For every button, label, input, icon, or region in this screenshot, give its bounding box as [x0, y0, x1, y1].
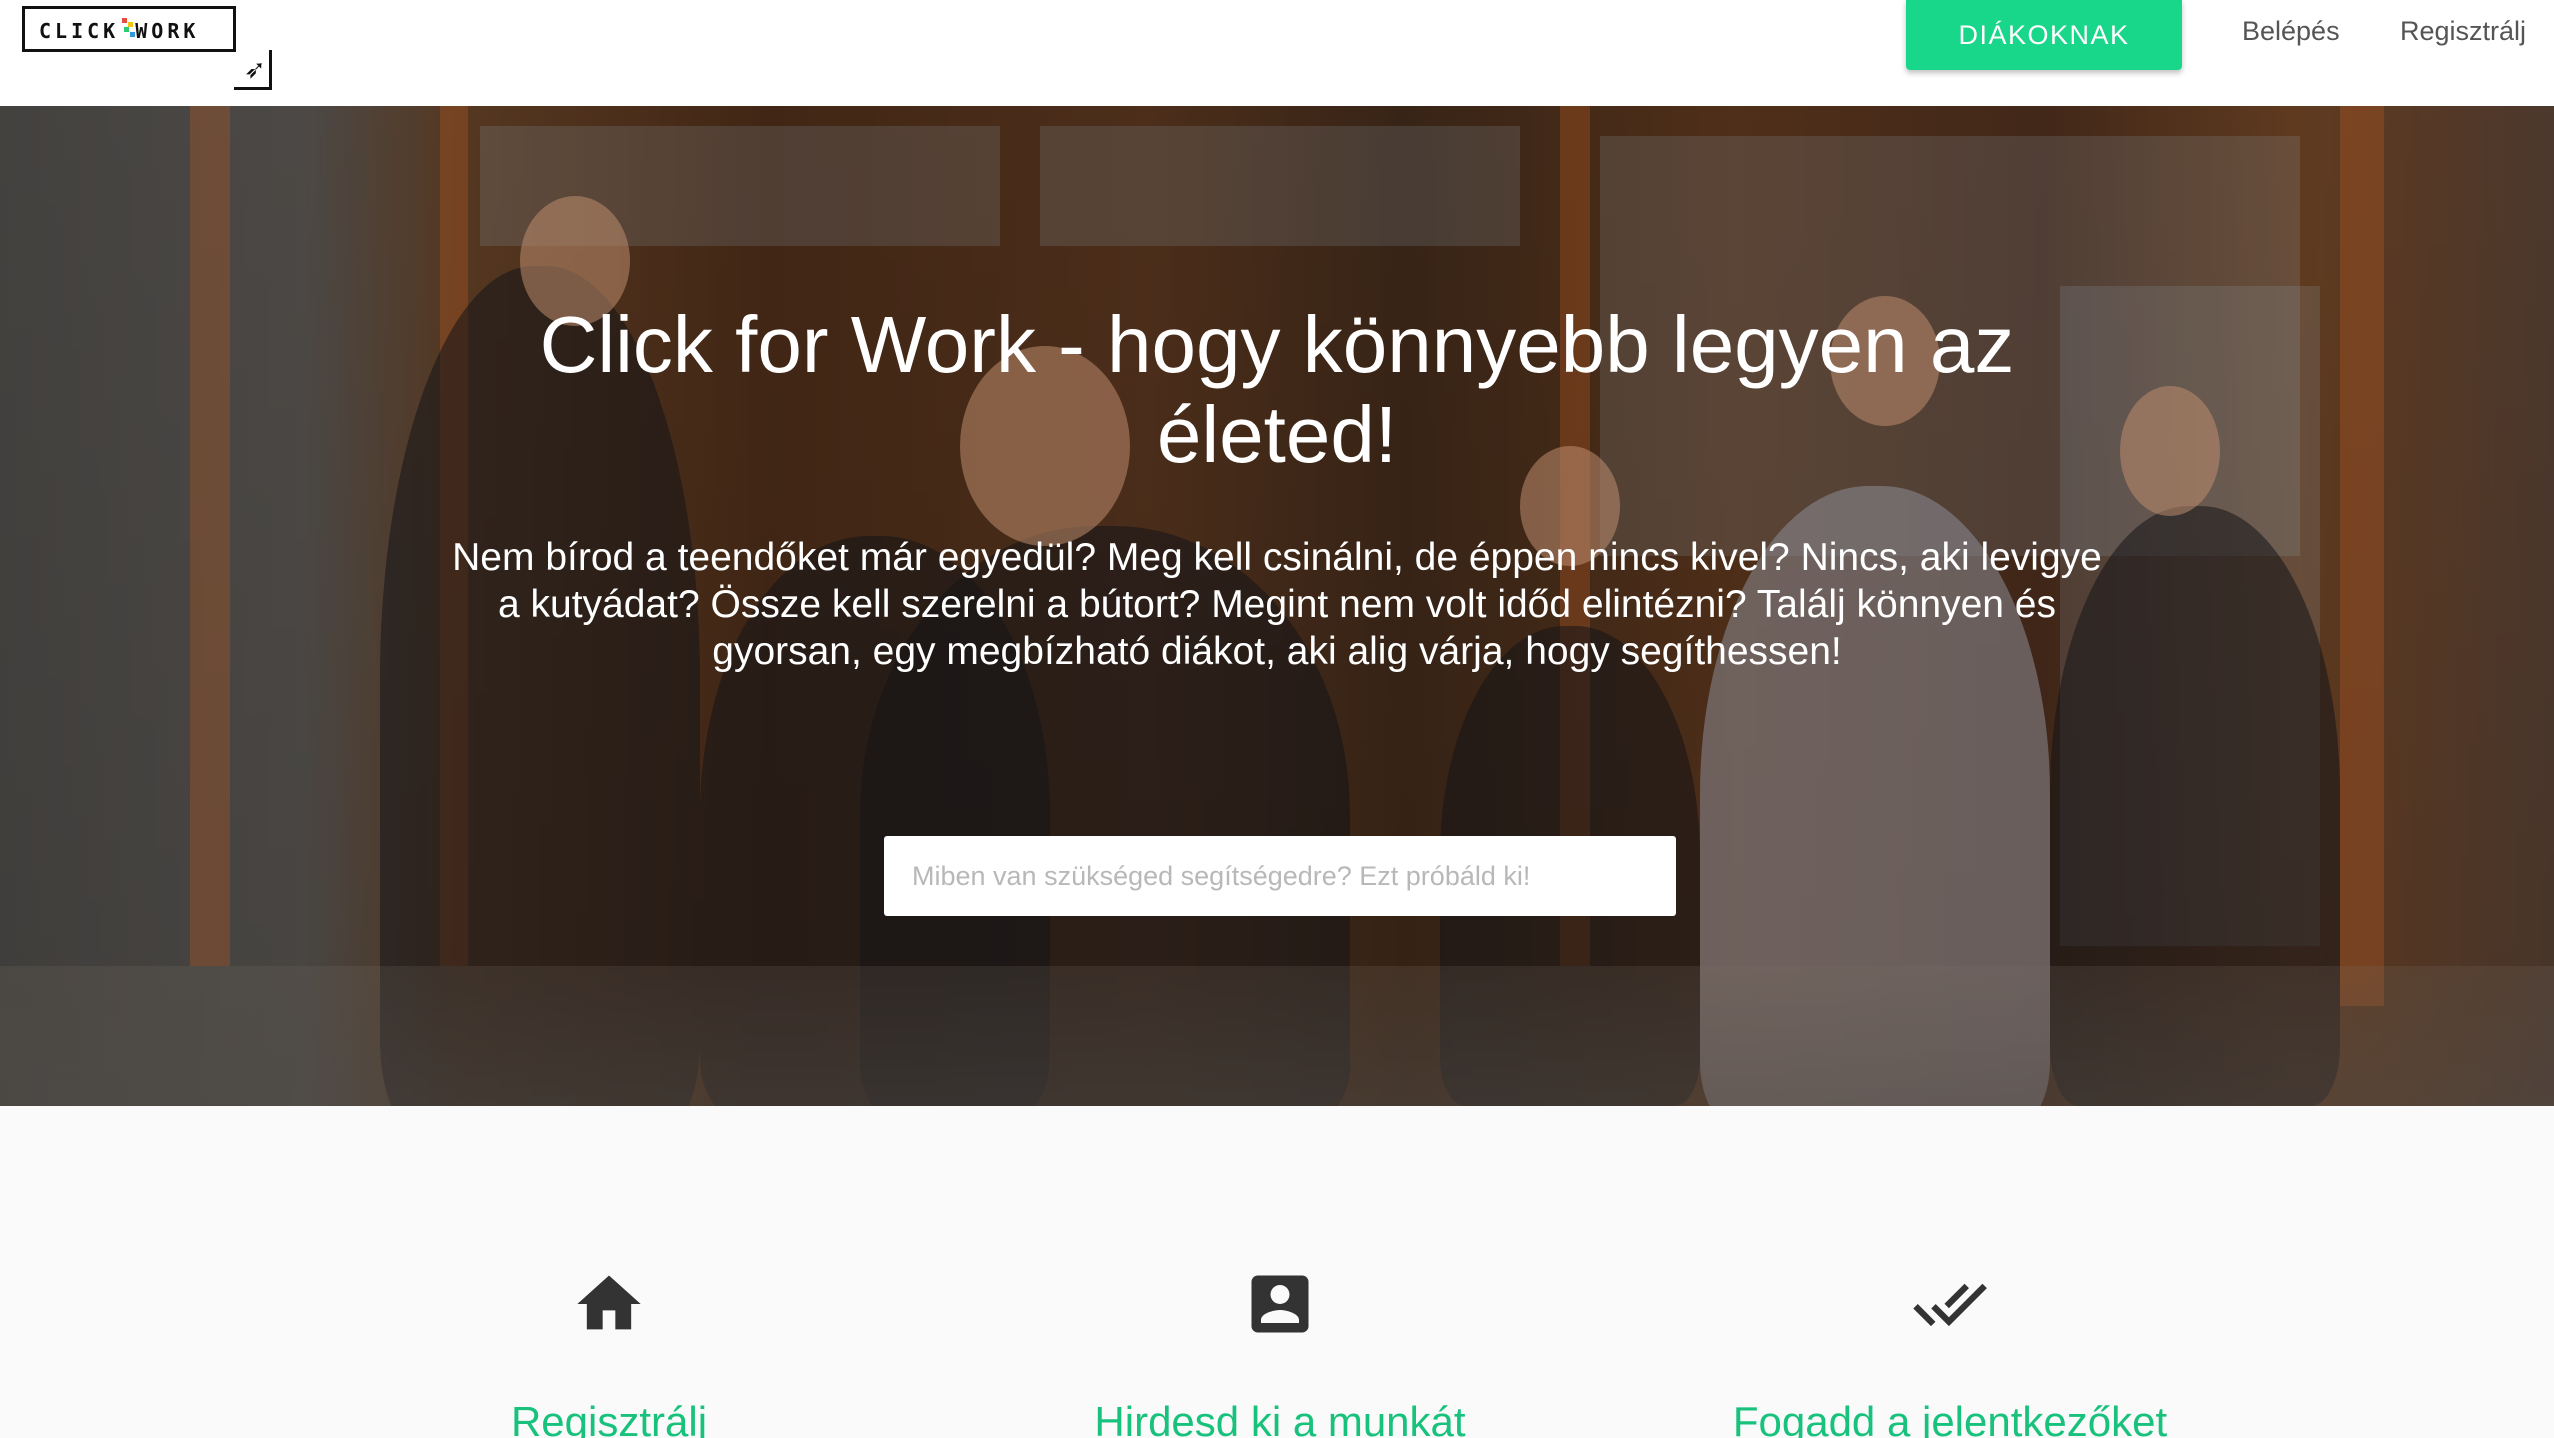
- logo-text: CLICK WORK: [39, 19, 200, 43]
- hero-title: Click for Work - hogy könnyebb legyen az…: [539, 300, 2015, 479]
- login-link[interactable]: Belépés: [2242, 16, 2340, 47]
- how-it-works-section: Regisztrálj Hirdesd ki a munkát Fogadd a…: [0, 1106, 2554, 1438]
- click-for-work-logo[interactable]: CLICK WORK ➶: [22, 6, 274, 90]
- hero-description: Nem bírod a teendőket már egyedül? Meg k…: [452, 536, 2102, 673]
- logo-colored-dots-icon: [122, 18, 136, 40]
- hero-section: Click for Work - hogy könnyebb legyen az…: [0, 106, 2554, 1106]
- contact-card-icon: [1251, 1275, 1309, 1333]
- feature-title[interactable]: Regisztrálj: [309, 1398, 909, 1438]
- home-icon: [577, 1275, 641, 1330]
- logo-cursor-icon: ➶: [244, 54, 266, 84]
- register-link[interactable]: Regisztrálj: [2400, 16, 2526, 47]
- students-button[interactable]: DIÁKOKNAK: [1906, 0, 2182, 70]
- task-search-input[interactable]: [884, 836, 1676, 916]
- top-navbar: CLICK WORK ➶ DIÁKOKNAK Belépés Regisztrá…: [0, 0, 2554, 106]
- double-check-icon: [1913, 1283, 1987, 1327]
- feature-title[interactable]: Fogadd a jelentkezőket: [1650, 1398, 2250, 1438]
- feature-title[interactable]: Hirdesd ki a munkát: [980, 1398, 1580, 1438]
